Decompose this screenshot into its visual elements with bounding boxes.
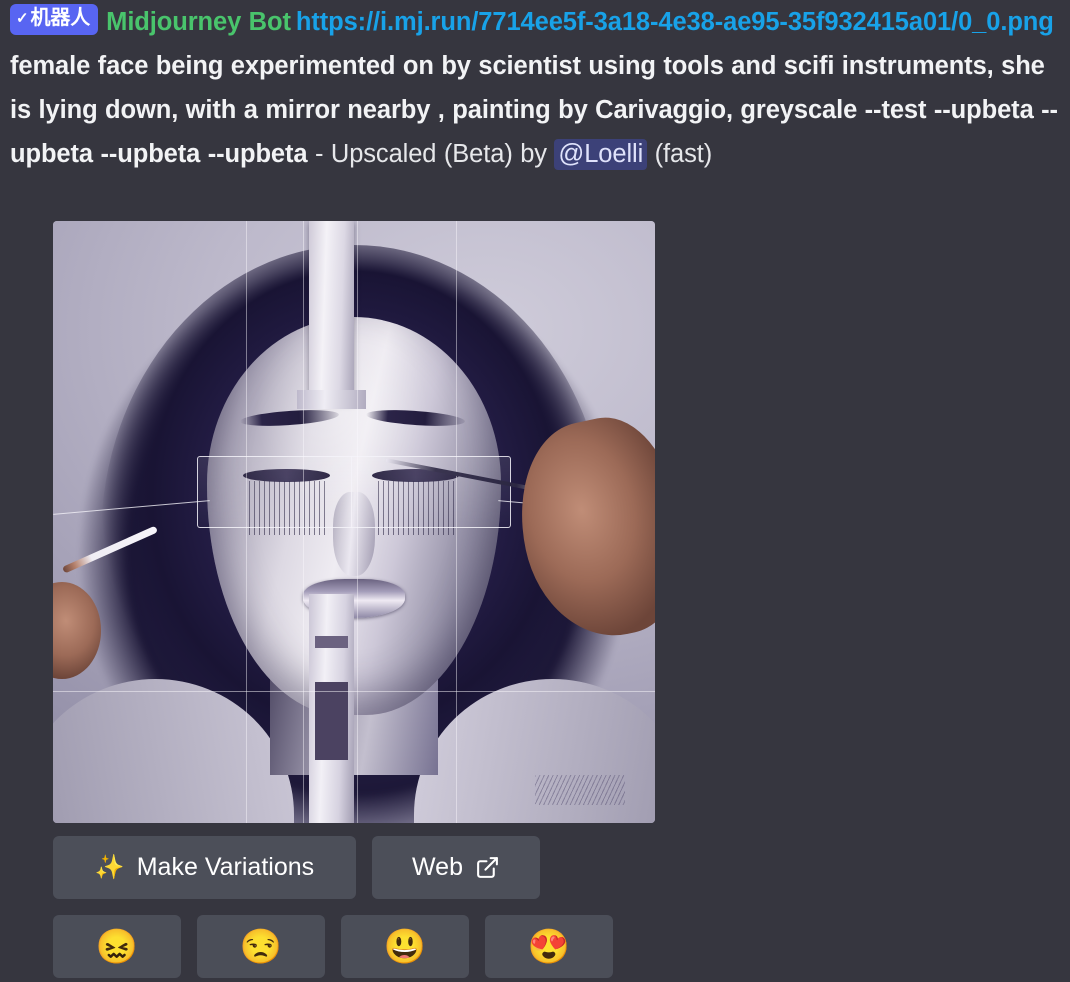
speed-mode-text: (fast) — [647, 140, 713, 168]
message-content: ✓ 机器人 Midjourney Bot https://i.mj.run/7714e… — [10, 0, 1060, 176]
eye-instrument-bridge — [350, 455, 353, 528]
reaction-heart-eyes-face[interactable]: 😍 — [485, 915, 613, 978]
artist-signature — [534, 774, 625, 805]
guide-line-h1 — [53, 690, 655, 692]
separator-text: - — [307, 140, 331, 168]
artwork-canvas — [53, 221, 655, 823]
user-mention[interactable]: @Loelli — [554, 139, 648, 170]
heart-eyes-face-icon: 😍 — [527, 927, 571, 966]
eye-instrument-frame — [197, 455, 511, 528]
reaction-confounded-face[interactable]: 😖 — [53, 915, 181, 978]
attachment-link[interactable]: https://i.mj.run/7714ee5f-3a18-4e38-ae95… — [296, 8, 1054, 36]
generated-image[interactable] — [53, 221, 655, 823]
make-variations-label: Make Variations — [136, 853, 315, 881]
guide-line-v4 — [456, 221, 458, 823]
guide-line-v1 — [245, 221, 247, 823]
web-button[interactable]: Web — [372, 836, 540, 899]
action-button-row: ✨ Make Variations Web — [53, 836, 540, 899]
grinning-face-icon: 😃 — [383, 927, 427, 966]
web-label: Web — [412, 853, 463, 881]
make-variations-button[interactable]: ✨ Make Variations — [53, 836, 356, 899]
message-author-name[interactable]: Midjourney Bot — [106, 8, 291, 36]
bot-badge-label: 机器人 — [30, 7, 91, 29]
reaction-button-row: 😖 😒 😃 😍 — [53, 915, 613, 978]
external-link-icon — [475, 855, 500, 880]
unamused-face-icon: 😒 — [239, 927, 283, 966]
chin-instrument-notch — [314, 636, 348, 649]
sparkles-icon: ✨ — [94, 853, 125, 881]
reaction-grinning-face[interactable]: 😃 — [341, 915, 469, 978]
confounded-face-icon: 😖 — [95, 927, 139, 966]
forehead-instrument-cap — [296, 389, 367, 409]
forehead-instrument-strip — [308, 221, 354, 402]
bot-badge: ✓ 机器人 — [10, 4, 99, 35]
guide-line-v3 — [357, 221, 358, 823]
guide-line-v2 — [302, 221, 304, 823]
job-status-text: Upscaled (Beta) by — [330, 140, 555, 168]
chin-instrument-window — [314, 681, 348, 760]
discord-message-view: ✓ 机器人 Midjourney Bot https://i.mj.run/7714e… — [0, 0, 1070, 982]
reaction-unamused-face[interactable]: 😒 — [197, 915, 325, 978]
verified-check-icon: ✓ — [16, 10, 29, 27]
